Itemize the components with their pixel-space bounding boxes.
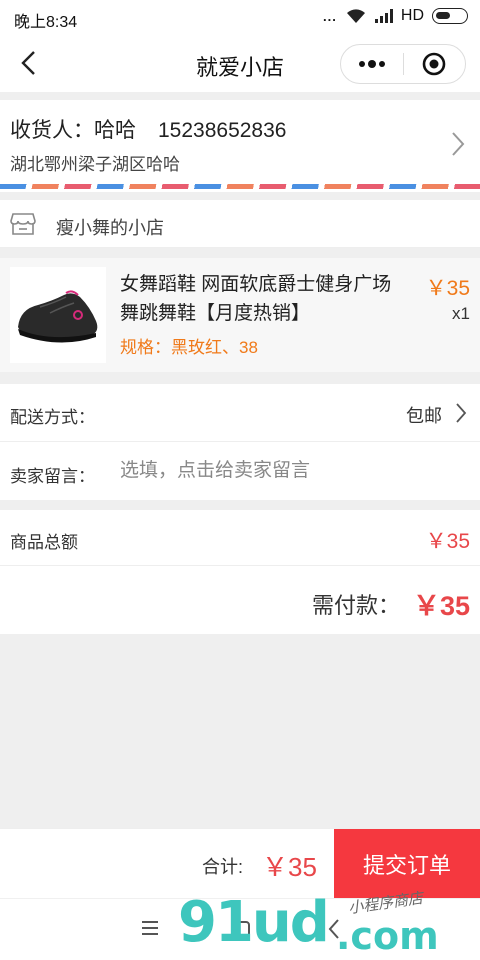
watermark-logo: 91ud 小程序商店 .com [178, 888, 478, 958]
mini-program-capsule [340, 44, 466, 84]
shipping-address[interactable]: 收货人：哈哈 15238652836 湖北鄂州梁子湖区哈哈 [0, 100, 480, 192]
more-menu-button[interactable] [341, 44, 403, 84]
seller-message-row: 卖家留言： [0, 442, 480, 500]
payable-value: ￥35 [412, 591, 470, 621]
watermark-domain: .com [336, 914, 439, 958]
order-product-item: 女舞蹈鞋 网面软底爵士健身广场舞跳舞鞋【月度热销】 规格：黑玫红、38 ￥35 … [0, 258, 480, 372]
watermark-brand: 91ud [178, 890, 330, 955]
total-value: ￥35 [262, 852, 317, 882]
battery-icon [432, 8, 468, 24]
product-quantity: x1 [452, 304, 470, 323]
payable-label: 需付款： [311, 593, 400, 618]
status-dots: ... [323, 8, 337, 24]
product-spec: 规格：黑玫红、38 [120, 338, 258, 357]
chevron-right-icon [456, 403, 467, 423]
goods-total-row: 商品总额 ￥35 [0, 510, 480, 566]
nav-bar: 就爱小店 [0, 34, 480, 92]
address-detail: 湖北鄂州梁子湖区哈哈 [10, 155, 180, 174]
product-image [10, 267, 106, 363]
payable-row: 需付款： ￥35 [0, 566, 480, 634]
goods-total-label: 商品总额 [10, 533, 78, 552]
store-header: 瘦小舞的小店 [0, 200, 480, 248]
menu-lines-icon[interactable] [140, 919, 160, 937]
status-bar: 晚上8:34 ... HD [0, 0, 480, 34]
address-envelope-stripe [0, 184, 480, 189]
store-name: 瘦小舞的小店 [56, 218, 164, 238]
goods-total-value: ￥35 [425, 530, 470, 553]
chevron-right-icon [452, 132, 465, 156]
store-icon [10, 213, 36, 235]
seller-message-input[interactable] [120, 454, 460, 488]
total-label: 合计: [202, 857, 244, 877]
network-label: HD [400, 7, 424, 24]
close-mini-program-button[interactable] [404, 44, 465, 84]
message-label: 卖家留言： [10, 467, 95, 486]
delivery-value: 包邮 [406, 406, 442, 426]
status-icons: ... HD [323, 7, 468, 25]
more-dots-icon [359, 60, 385, 68]
dance-shoe-image [18, 290, 98, 343]
delivery-method-row[interactable]: 配送方式： 包邮 [0, 384, 480, 442]
product-title: 女舞蹈鞋 网面软底爵士健身广场舞跳舞鞋【月度热销】 [120, 274, 392, 324]
wifi-icon [346, 9, 365, 23]
product-price: ￥35 [425, 277, 470, 300]
status-time: 晚上8:34 [14, 14, 78, 31]
close-circle-icon [423, 52, 446, 76]
recipient-name: 收货人：哈哈 [10, 119, 136, 142]
recipient-line: 收货人：哈哈 15238652836 [10, 114, 286, 144]
recipient-phone: 15238652836 [158, 119, 287, 142]
delivery-label: 配送方式： [10, 408, 95, 427]
signal-icon [374, 9, 393, 23]
